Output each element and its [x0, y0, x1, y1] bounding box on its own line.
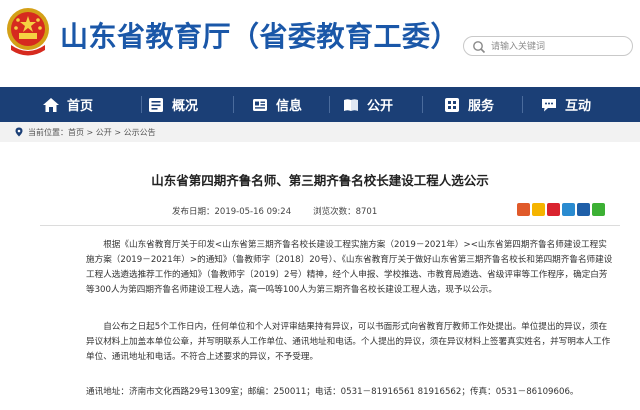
breadcrumb-prefix: 当前位置： — [28, 127, 68, 137]
nav-label-service: 服务 — [468, 99, 495, 114]
publish-date: 发布日期：2019-05-16 09:24 — [172, 207, 292, 217]
overview-icon — [149, 97, 163, 112]
breadcrumb: 当前位置： 首页 > 公开 > 公示公告 — [0, 122, 640, 142]
nav-divider — [522, 96, 523, 113]
article-title: 山东省第四期齐鲁名师、第三期齐鲁名校长建设工程人选公示 — [151, 173, 489, 188]
nav-item-overview[interactable]: 概况 — [147, 87, 198, 122]
nav-label-home: 首页 — [67, 99, 94, 114]
nav-divider — [329, 96, 330, 113]
nav-item-service[interactable]: 服务 — [443, 87, 494, 122]
nav-item-info[interactable]: 信息 — [251, 87, 302, 122]
chat-icon — [542, 98, 556, 111]
nav-divider — [422, 96, 423, 113]
home-icon — [43, 97, 59, 112]
nav-divider — [141, 96, 142, 113]
info-icon — [253, 98, 267, 111]
nav-divider — [233, 96, 234, 113]
view-count: 浏览次数：8701 — [313, 207, 378, 217]
main-nav: 首页 概况 信息 公开 服务 互动 — [0, 87, 640, 122]
site-title[interactable]: 山东省教育厅（省委教育工委） — [60, 15, 459, 55]
article-paragraph: 自公布之日起5个工作日内，任何单位和个人对评审结果持有异议，可以书面形式向省教育… — [86, 322, 611, 362]
nav-label-info: 信息 — [276, 99, 303, 114]
renren-icon[interactable] — [577, 203, 590, 216]
article-meta: 发布日期：2019-05-16 09:24 浏览次数：8701 — [172, 205, 377, 217]
search-icon[interactable] — [472, 40, 486, 54]
nav-item-home[interactable]: 首页 — [42, 87, 93, 122]
tencent-weibo-icon[interactable] — [562, 203, 575, 216]
share-more-icon[interactable] — [517, 203, 530, 216]
qzone-icon[interactable] — [532, 203, 545, 216]
divider — [40, 225, 620, 226]
share-bar — [517, 203, 607, 216]
site-header: 山东省教育厅（省委教育工委） — [0, 0, 640, 87]
search-box[interactable] — [463, 36, 633, 56]
book-icon — [344, 98, 358, 111]
nav-label-public: 公开 — [367, 99, 394, 114]
article-paragraph: 根据《山东省教育厅关于印发<山东省第三期齐鲁名校长建设工程实施方案（2019－2… — [86, 240, 613, 295]
nav-item-interact[interactable]: 互动 — [540, 87, 591, 122]
location-icon — [15, 127, 23, 137]
breadcrumb-path[interactable]: 首页 > 公开 > 公示公告 — [68, 127, 156, 138]
national-emblem-icon[interactable] — [3, 5, 53, 59]
contact-info: 通讯地址：济南市文化西路29号1309室；邮编：250011；电话：0531－8… — [86, 387, 579, 397]
service-icon — [445, 97, 459, 112]
wechat-icon[interactable] — [592, 203, 605, 216]
weibo-icon[interactable] — [547, 203, 560, 216]
nav-label-interact: 互动 — [565, 99, 592, 114]
nav-label-overview: 概况 — [172, 99, 199, 114]
search-input[interactable] — [491, 39, 629, 54]
nav-item-public[interactable]: 公开 — [342, 87, 393, 122]
